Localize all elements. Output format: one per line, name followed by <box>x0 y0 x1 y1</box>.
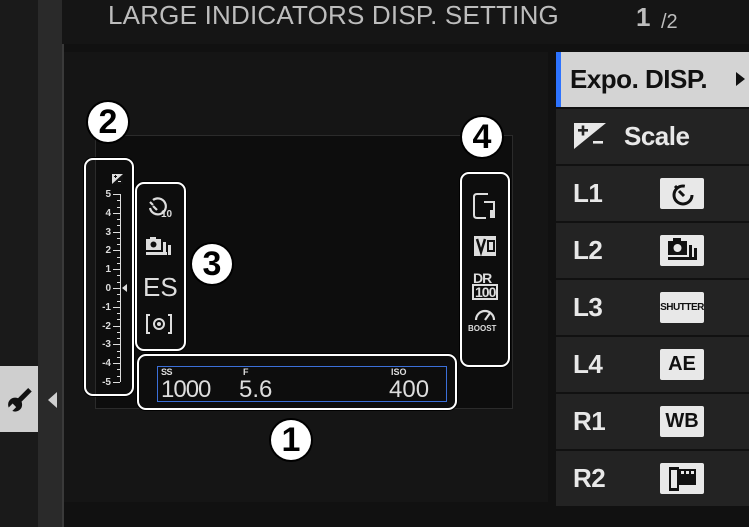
menu-item-l1[interactable]: L1 <box>556 166 749 221</box>
scale-label: -2 <box>102 320 111 332</box>
menu-item-label: L1 <box>573 178 603 208</box>
scale-label: -4 <box>102 358 111 370</box>
scale-label: 1 <box>105 264 111 276</box>
menu-item-r1[interactable]: R1 WB <box>556 394 749 449</box>
callout-4: 4 <box>462 117 502 157</box>
menu-item-expo-disp[interactable]: Expo. DISP. <box>556 52 749 107</box>
menu-item-scale[interactable]: Scale <box>556 109 749 164</box>
metering-icon <box>146 314 172 334</box>
menu-item-l2[interactable]: L2 <box>556 223 749 278</box>
chevron-right-icon <box>736 72 745 86</box>
white-balance-icon: WB <box>660 406 704 437</box>
callout-1: 1 <box>271 420 311 460</box>
wrench-icon <box>6 387 32 413</box>
menu-item-label: L3 <box>573 292 603 322</box>
scale-major-tick <box>113 325 120 327</box>
shooting-mode-group: 10 ES <box>135 182 186 351</box>
menu-item-label: L2 <box>573 235 603 265</box>
exposure-values-group: SS 1000 F 5.6 ISO 400 <box>137 354 457 410</box>
menu-item-label: Scale <box>624 121 690 151</box>
scale-label: 2 <box>105 245 111 257</box>
page-total: /2 <box>661 11 678 33</box>
callout-3: 3 <box>192 244 232 284</box>
shutter-speed-value: 1000 <box>161 376 211 403</box>
shutter-type-icon: SHUTTER <box>660 292 704 323</box>
iso-value: 400 <box>389 376 430 403</box>
scale-label: -5 <box>102 377 111 388</box>
menu-item-label: R2 <box>573 463 606 493</box>
left-divider <box>38 0 62 527</box>
scale-group: 5 4 3 2 1 0 -1 -2 -3 -4 -5 <box>84 158 134 396</box>
scale-label: -1 <box>102 301 111 313</box>
film-simulation-icon <box>474 236 496 257</box>
callout-2: 2 <box>88 102 128 142</box>
menu-item-l4[interactable]: L4 AE <box>556 337 749 392</box>
scale-major-tick <box>113 194 120 195</box>
electronic-shutter-label: ES <box>143 272 178 302</box>
boost-label: BOOST <box>468 324 497 333</box>
wb-icon-text: WB <box>665 410 699 432</box>
selection-indicator <box>556 52 561 107</box>
scale-major-tick <box>113 269 120 271</box>
exposure-compensation-icon <box>574 123 606 149</box>
menu-item-l3[interactable]: L3 SHUTTER <box>556 280 749 335</box>
ae-icon-text: AE <box>668 353 696 375</box>
auto-exposure-icon: AE <box>660 349 704 380</box>
scale-label: 3 <box>105 226 111 238</box>
scale-label: 5 <box>105 189 111 200</box>
film-simulation-icon <box>660 463 704 494</box>
self-timer-icon <box>660 178 704 209</box>
timer-seconds: 10 <box>161 209 173 220</box>
scale-major-tick <box>113 344 120 346</box>
scale-major-tick <box>113 288 120 289</box>
large-indicators-menu: Expo. DISP. Scale L1 L2 L3 SHUTTER L4 AE… <box>556 52 749 507</box>
scale-label: -3 <box>102 339 111 351</box>
scale-major-tick <box>113 382 120 383</box>
scale-major-tick <box>113 306 120 308</box>
scale-major-tick <box>113 363 120 365</box>
page-number: 1 <box>636 2 651 32</box>
scale-label: 4 <box>105 207 111 219</box>
continuous-shooting-icon <box>660 235 704 266</box>
continuous-shooting-icon <box>146 237 171 255</box>
menu-item-label: R1 <box>573 406 606 436</box>
left-tab-strip <box>0 0 38 527</box>
page-title: LARGE INDICATORS DISP. SETTING <box>108 0 559 30</box>
scale-label: 0 <box>105 283 111 294</box>
scale-major-tick <box>113 212 120 214</box>
setup-tab[interactable] <box>0 366 38 432</box>
scale-major-tick <box>113 231 120 233</box>
menu-item-label: Expo. DISP. <box>570 64 708 94</box>
back-arrow-icon[interactable] <box>48 392 57 408</box>
menu-item-label: L4 <box>573 349 603 379</box>
shutter-icon-text: SHUTTER <box>660 302 704 313</box>
menu-item-r2[interactable]: R2 <box>556 451 749 506</box>
image-settings-group: DR 100 BOOST <box>460 172 510 367</box>
scale-axis <box>120 194 121 382</box>
performance-gauge-icon <box>474 309 496 321</box>
dynamic-range-value: 100 <box>472 284 499 300</box>
aperture-value: 5.6 <box>239 376 273 403</box>
scale-major-tick <box>113 250 120 252</box>
exposure-indicator-icon <box>122 284 127 292</box>
image-quality-icon <box>473 193 495 219</box>
